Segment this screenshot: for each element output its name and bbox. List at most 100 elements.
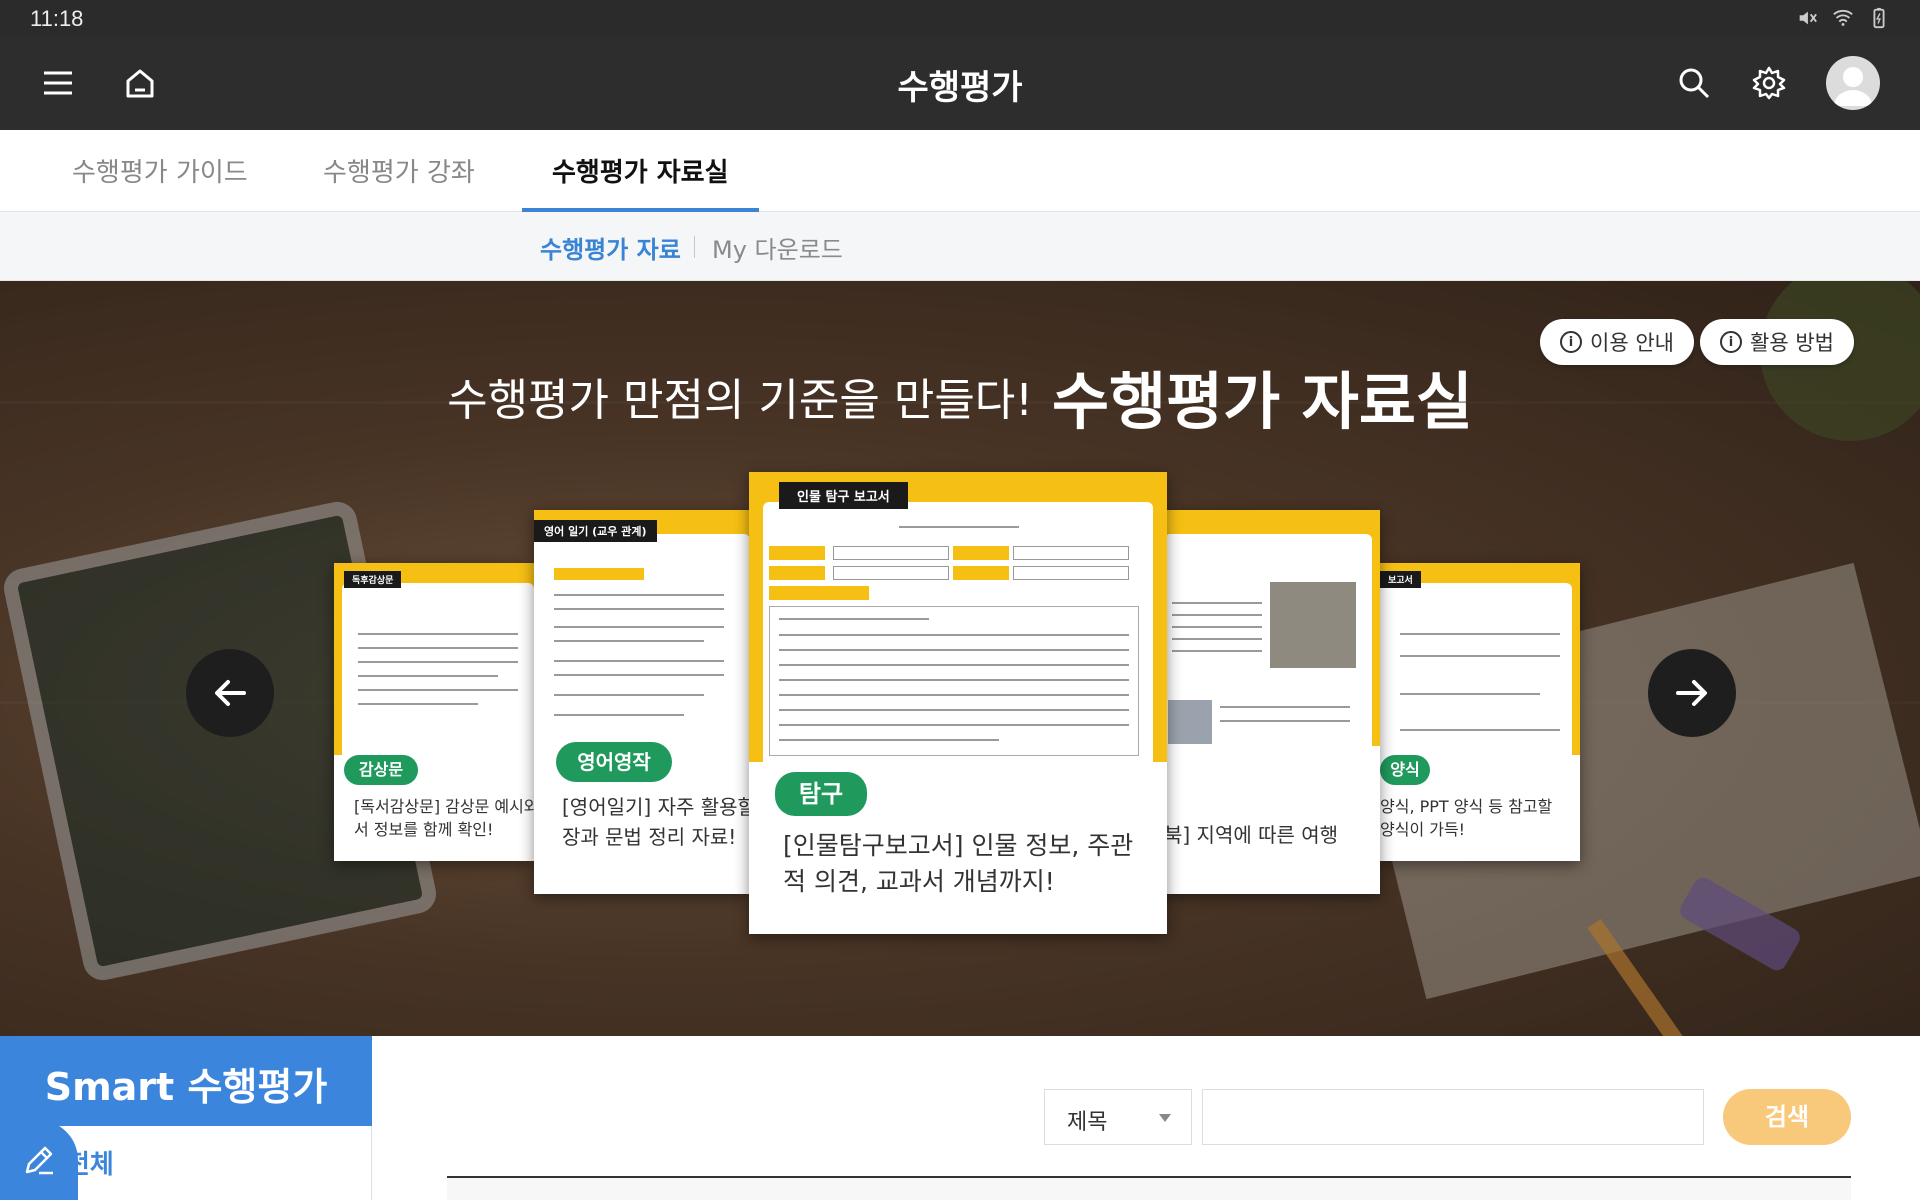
card-description: 북] 지역에 따른 여행 xyxy=(1164,820,1338,850)
sub-tabs: 수행평가 자료 My 다운로드 xyxy=(0,212,1920,281)
carousel-prev-button[interactable] xyxy=(186,649,274,737)
text-line xyxy=(779,618,929,620)
wifi-icon xyxy=(1832,7,1854,33)
tab-archive[interactable]: 수행평가 자료실 xyxy=(522,152,759,212)
settings-icon[interactable] xyxy=(1741,55,1797,111)
text-line xyxy=(1172,602,1262,604)
text-line xyxy=(358,647,518,649)
building-photo xyxy=(1168,700,1212,744)
carousel-card[interactable]: 독후감상문 감상문 [독서감상문] 감상문 예시와 서 정보를 함께 확인! xyxy=(334,563,534,861)
carousel-next-button[interactable] xyxy=(1648,649,1736,737)
text-line xyxy=(358,689,518,691)
subtab-divider xyxy=(694,236,695,258)
search-field-select[interactable]: 제목 xyxy=(1044,1089,1192,1145)
card-desc-line: 북] 지역에 따른 여행 xyxy=(1164,823,1339,847)
card-desc-line: 장과 문법 정리 자료! xyxy=(562,825,737,849)
form-field xyxy=(1013,566,1129,580)
text-line xyxy=(1400,729,1560,731)
text-line xyxy=(1400,655,1560,657)
pencil-icon xyxy=(25,1146,53,1175)
form-field xyxy=(833,546,949,560)
carousel-card-active[interactable]: 인물 탐구 보고서 탐구 [인물탐구보고서] 인물 정보, 주관 적 의견, 교… xyxy=(749,472,1167,934)
text-line xyxy=(1172,614,1262,616)
card-desc-line: 서 정보를 함께 확인! xyxy=(354,820,494,839)
text-line xyxy=(779,634,1129,636)
text-line xyxy=(779,724,1129,726)
card-description: [인물탐구보고서] 인물 정보, 주관 적 의견, 교과서 개념까지! xyxy=(783,828,1133,900)
text-line xyxy=(358,675,498,677)
highlight-label xyxy=(769,546,825,560)
carousel-card[interactable]: 영어 일기 (교우 관계) 영어영작 [영어일기] 자주 활용할 장과 문법 정… xyxy=(534,510,750,894)
text-line xyxy=(1400,633,1560,635)
avatar[interactable] xyxy=(1826,56,1880,110)
card-doc-title: 영어 일기 (교우 관계) xyxy=(534,520,657,542)
status-bar: 11:18 xyxy=(0,0,1920,36)
tab-guide[interactable]: 수행평가 가이드 xyxy=(72,152,248,212)
highlight-label xyxy=(953,566,1009,580)
report-textbox xyxy=(769,606,1139,756)
text-line xyxy=(554,674,724,676)
form-field xyxy=(833,566,949,580)
card-description: [독서감상문] 감상문 예시와 서 정보를 함께 확인! xyxy=(354,795,534,841)
card-desc-line: [인물탐구보고서] 인물 정보, 주관 xyxy=(783,831,1134,860)
info-icon: i xyxy=(1560,331,1582,353)
text-line xyxy=(554,714,684,716)
text-line xyxy=(1400,693,1540,695)
highlight-label xyxy=(554,568,644,580)
subtab-materials[interactable]: 수행평가 자료 xyxy=(540,230,681,265)
search-icon[interactable] xyxy=(1666,55,1722,111)
chevron-down-icon xyxy=(1159,1114,1171,1122)
category-badge: 영어영작 xyxy=(556,742,672,782)
app-bar: 수행평가 xyxy=(0,36,1920,130)
main-tabs: 수행평가 가이드 수행평가 강좌 수행평가 자료실 xyxy=(0,130,1920,212)
battery-icon xyxy=(1868,7,1890,33)
search-input[interactable] xyxy=(1202,1089,1704,1145)
text-line xyxy=(1172,650,1262,652)
text-line xyxy=(779,679,1129,681)
card-doc-title: 인물 탐구 보고서 xyxy=(779,482,908,509)
hero-banner: i 이용 안내 i 활용 방법 수행평가 만점의 기준을 만들다! 수행평가 자… xyxy=(0,281,1920,1036)
text-line xyxy=(899,526,1019,528)
category-badge: 감상문 xyxy=(344,755,418,785)
card-doc-title: 보고서 xyxy=(1380,571,1421,588)
carousel-card[interactable]: 북] 지역에 따른 여행 xyxy=(1164,510,1380,894)
text-line xyxy=(779,694,1129,696)
write-button[interactable] xyxy=(0,1120,78,1200)
search-button[interactable]: 검색 xyxy=(1723,1089,1851,1145)
text-line xyxy=(1220,706,1350,708)
text-line xyxy=(554,608,724,610)
banner-headline: 수행평가 만점의 기준을 만들다! 수행평가 자료실 xyxy=(0,351,1920,441)
text-line xyxy=(554,640,704,642)
text-line xyxy=(779,709,1129,711)
card-desc-line: 양식이 가득! xyxy=(1380,820,1466,839)
form-field xyxy=(1013,546,1129,560)
headline-bold: 수행평가 자료실 xyxy=(1052,365,1473,438)
sidebar-title: Smart 수행평가 xyxy=(0,1036,372,1126)
text-line xyxy=(779,649,1129,651)
highlight-label xyxy=(769,586,869,600)
arrow-right-icon xyxy=(1676,680,1707,706)
card-description: [영어일기] 자주 활용할 장과 문법 정리 자료! xyxy=(562,792,750,852)
card-doc-title: 독후감상문 xyxy=(344,571,402,588)
subtab-my-downloads[interactable]: My 다운로드 xyxy=(712,230,843,265)
highlight-label xyxy=(769,566,825,580)
page-title: 수행평가 xyxy=(897,68,1023,108)
text-line xyxy=(1172,626,1262,628)
category-badge: 탐구 xyxy=(775,772,867,816)
tab-lecture[interactable]: 수행평가 강좌 xyxy=(323,152,475,212)
arrow-left-icon xyxy=(215,680,246,706)
text-line xyxy=(358,703,478,705)
text-line xyxy=(554,660,724,662)
card-description: 양식, PPT 양식 등 참고할 양식이 가득! xyxy=(1380,795,1552,841)
carousel-card[interactable]: 보고서 양식 양식, PPT 양식 등 참고할 양식이 가득! xyxy=(1380,563,1580,861)
card-desc-line: 양식, PPT 양식 등 참고할 xyxy=(1380,797,1553,816)
info-icon: i xyxy=(1720,331,1742,353)
card-desc-line: [독서감상문] 감상문 예시와 xyxy=(354,797,534,816)
mute-icon xyxy=(1796,7,1818,33)
text-line xyxy=(1220,720,1350,722)
card-document-preview xyxy=(342,583,534,755)
results-table-header xyxy=(447,1176,1851,1200)
text-line xyxy=(554,594,724,596)
statue-photo xyxy=(1270,582,1356,668)
text-line xyxy=(1172,638,1262,640)
